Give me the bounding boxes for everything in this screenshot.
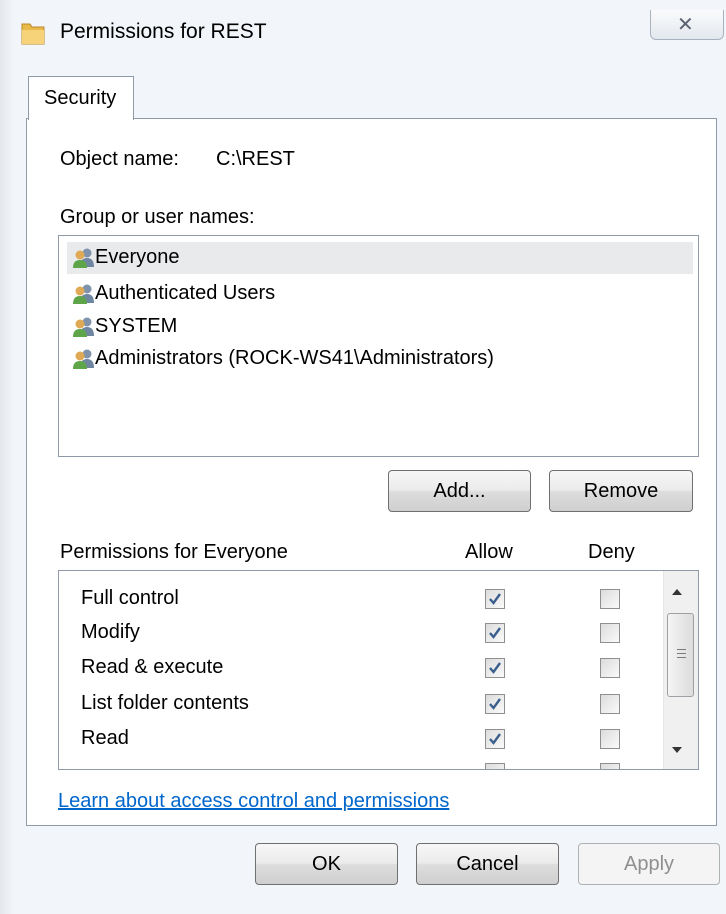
group-user-names-label: Group or user names:	[60, 206, 255, 228]
user-group-icon	[73, 349, 94, 369]
permission-label: Read & execute	[81, 656, 224, 678]
list-item-label: Administrators (ROCK-WS41\Administrators…	[95, 347, 494, 369]
deny-checkbox[interactable]	[600, 623, 620, 643]
scroll-down-icon[interactable]	[672, 747, 682, 753]
scroll-thumb[interactable]	[667, 613, 694, 697]
permission-label: Read	[81, 727, 129, 749]
allow-column-header: Allow	[465, 541, 513, 563]
window-title: Permissions for REST	[60, 20, 267, 43]
ok-button[interactable]: OK	[255, 843, 398, 885]
close-icon: ✕	[677, 14, 694, 36]
permission-row-read-execute: Read & execute	[59, 652, 659, 688]
permission-row-partial	[59, 757, 659, 769]
deny-checkbox[interactable]	[600, 589, 620, 609]
list-item-label: SYSTEM	[95, 315, 178, 337]
permission-row-full-control: Full control	[59, 583, 659, 619]
close-button[interactable]: ✕	[650, 10, 724, 40]
permission-label: List folder contents	[81, 692, 249, 714]
add-button[interactable]: Add...	[388, 470, 531, 512]
list-item-authenticated-users[interactable]: Authenticated Users	[67, 278, 693, 310]
deny-checkbox[interactable]	[600, 729, 620, 749]
permissions-scrollbar[interactable]	[663, 571, 698, 769]
object-name-label: Object name:	[60, 148, 179, 170]
title-bar: Permissions for REST ✕	[0, 0, 726, 64]
folder-icon	[21, 23, 45, 45]
deny-checkbox[interactable]	[600, 763, 620, 769]
allow-checkbox[interactable]	[485, 589, 505, 609]
apply-button[interactable]: Apply	[578, 843, 720, 885]
group-user-list[interactable]: Everyone Authenticated Users SYSTEM Admi…	[58, 235, 699, 457]
list-item-label: Authenticated Users	[95, 282, 276, 304]
permission-label: Modify	[81, 621, 140, 643]
allow-checkbox[interactable]	[485, 729, 505, 749]
background-strip	[0, 0, 14, 914]
scroll-up-icon[interactable]	[672, 589, 682, 595]
deny-checkbox[interactable]	[600, 694, 620, 714]
list-item-label: Everyone	[95, 246, 180, 268]
user-group-icon	[73, 248, 94, 268]
access-control-help-link[interactable]: Learn about access control and permissio…	[58, 790, 449, 813]
object-name-value: C:\REST	[216, 148, 295, 170]
permission-row-modify: Modify	[59, 617, 659, 653]
permissions-header: Permissions for Everyone	[60, 541, 288, 563]
list-item-everyone[interactable]: Everyone	[67, 242, 693, 274]
deny-checkbox[interactable]	[600, 658, 620, 678]
permission-row-list-folder-contents: List folder contents	[59, 688, 659, 724]
permission-label: Full control	[81, 587, 179, 609]
tab-security[interactable]: Security	[28, 76, 134, 120]
grip-icon	[677, 649, 686, 650]
allow-checkbox[interactable]	[485, 623, 505, 643]
remove-button[interactable]: Remove	[549, 470, 693, 512]
user-group-icon	[73, 284, 94, 304]
list-item-system[interactable]: SYSTEM	[67, 311, 693, 343]
allow-checkbox[interactable]	[485, 763, 505, 769]
permissions-list: Full control Modify Read & execute List …	[58, 570, 699, 770]
allow-checkbox[interactable]	[485, 658, 505, 678]
tab-security-label: Security	[44, 87, 117, 109]
cancel-button[interactable]: Cancel	[416, 843, 559, 885]
user-group-icon	[73, 317, 94, 337]
permission-row-read: Read	[59, 723, 659, 759]
list-item-administrators[interactable]: Administrators (ROCK-WS41\Administrators…	[67, 343, 693, 375]
deny-column-header: Deny	[588, 541, 635, 563]
allow-checkbox[interactable]	[485, 694, 505, 714]
